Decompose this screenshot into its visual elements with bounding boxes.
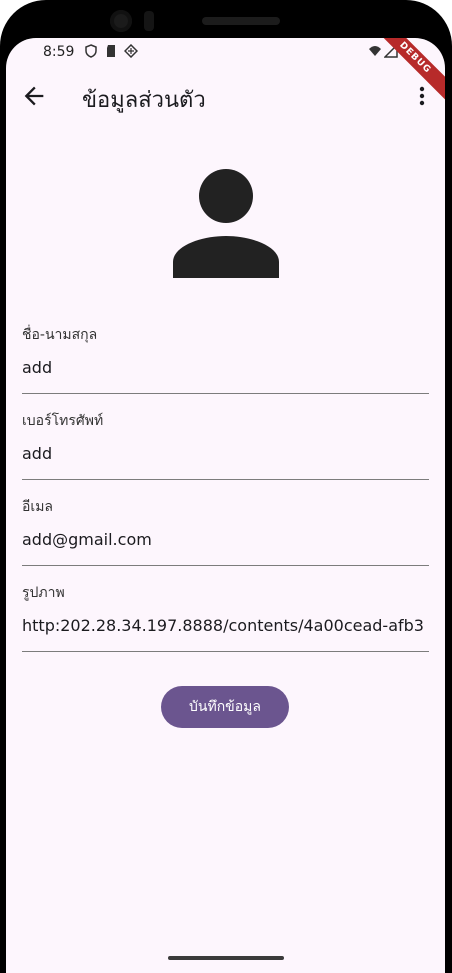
phone-bezel: 8:59 DEBUG ข้อมูลส่วนตัว ชื่อ-นามสกุล ad…: [0, 0, 452, 973]
app-bar: ข้อมูลส่วนตัว: [6, 68, 445, 124]
data-saver-icon: [124, 44, 138, 58]
person-icon: [173, 169, 279, 278]
wifi-icon: [369, 46, 381, 56]
email-label: อีเมล: [22, 499, 54, 515]
sensor: [144, 11, 154, 31]
shield-icon: [85, 44, 97, 58]
phone-underline: [22, 479, 429, 480]
app-screen: 8:59 DEBUG ข้อมูลส่วนตัว ชื่อ-นามสกุล ad…: [6, 38, 445, 973]
back-arrow-icon[interactable]: [20, 82, 48, 110]
email-underline: [22, 565, 429, 566]
email-field[interactable]: อีเมล add@gmail.com: [22, 496, 429, 566]
name-field[interactable]: ชื่อ-นามสกุล add: [22, 324, 429, 394]
front-camera: [110, 10, 132, 32]
name-underline: [22, 393, 429, 394]
phone-label: เบอร์โทรศัพท์: [22, 413, 104, 429]
status-time: 8:59: [43, 44, 75, 60]
name-label: ชื่อ-นามสกุล: [22, 327, 98, 343]
home-indicator[interactable]: [168, 956, 284, 960]
save-button[interactable]: บันทึกข้อมูล: [161, 686, 289, 728]
earpiece-speaker: [202, 17, 280, 25]
name-value[interactable]: add: [22, 358, 429, 377]
phone-field[interactable]: เบอร์โทรศัพท์ add: [22, 410, 429, 480]
page-title: ข้อมูลส่วนตัว: [82, 88, 206, 113]
image-url-value[interactable]: http:202.28.34.197.8888/contents/4a00cea…: [22, 616, 429, 635]
status-bar: 8:59 DEBUG: [6, 38, 445, 107]
phone-value[interactable]: add: [22, 444, 429, 463]
image-url-field[interactable]: รูปภาพ http:202.28.34.197.8888/contents/…: [22, 582, 429, 652]
image-label: รูปภาพ: [22, 585, 65, 601]
image-underline: [22, 651, 429, 652]
email-value[interactable]: add@gmail.com: [22, 530, 429, 549]
more-vert-icon[interactable]: [413, 82, 431, 110]
sd-card-icon: [107, 45, 115, 57]
